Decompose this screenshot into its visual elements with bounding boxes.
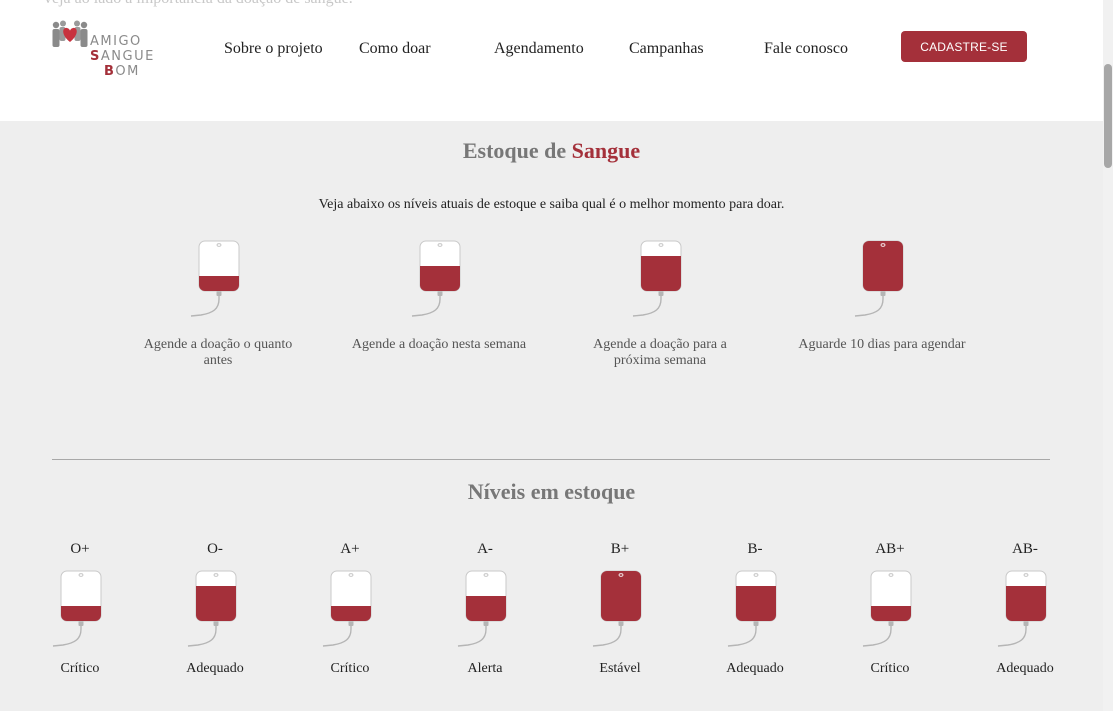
blood-type-stock: AB- Adequado (970, 541, 1080, 677)
section-divider (52, 459, 1050, 460)
stock-status: Adequado (186, 661, 244, 676)
stock-title-part2: Sangue (571, 138, 641, 163)
blood-type-label: AB- (1012, 541, 1038, 557)
blood-type-stock: B- Adequado (700, 541, 810, 677)
blood-bag-icon (187, 570, 237, 647)
blood-bag-icon (862, 570, 912, 647)
blood-type-stock: B+ Estável (565, 541, 675, 677)
level-label: Agende a doação para a próxima semana (593, 337, 727, 368)
blood-type-label: A- (477, 541, 493, 557)
stock-subtitle: Veja abaixo os níveis atuais de estoque … (318, 197, 785, 212)
levels-title: Níveis em estoque (467, 479, 636, 504)
blood-bag-icon (592, 570, 642, 647)
blood-type-stock: AB+ Crítico (835, 541, 945, 677)
nav-fale-conosco[interactable]: Fale conosco (764, 40, 848, 58)
blood-type-stock: A- Alerta (430, 541, 540, 677)
stock-status: Alerta (467, 661, 503, 676)
blood-type-label: B- (747, 541, 763, 557)
blood-bag-icon (190, 240, 240, 317)
stock-title: Estoque de Sangue (0, 138, 1103, 164)
level-legend-item: Aguarde 10 dias para agendar (792, 239, 972, 353)
site-header: veja ao lado a importância da doação de … (0, 0, 1113, 121)
blood-bag-icon (997, 570, 1047, 647)
level-label: Agende a doação nesta semana (351, 337, 527, 352)
stock-title-part1: Estoque de (462, 138, 567, 163)
stock-status: Crítico (330, 661, 370, 676)
blood-bag-icon (632, 240, 682, 317)
blood-bag-icon (411, 240, 461, 317)
logo[interactable]: AMIGO SANGUE BOM (50, 18, 160, 84)
level-label: Agende a doação o quanto antes (143, 337, 293, 368)
stock-status: Adequado (726, 661, 784, 676)
blood-type-label: AB+ (875, 541, 905, 557)
blood-type-stock: O- Adequado (160, 541, 270, 677)
stock-status: Estável (599, 661, 641, 676)
scrollbar-thumb[interactable] (1104, 64, 1112, 168)
nav-agendamento[interactable]: Agendamento (494, 40, 584, 58)
blood-type-label: O- (207, 541, 223, 557)
blood-type-label: O+ (70, 541, 90, 557)
people-heart-icon (52, 20, 88, 47)
nav-como-doar[interactable]: Como doar (359, 40, 431, 58)
stock-status: Crítico (60, 661, 100, 676)
blood-type-label: B+ (610, 541, 630, 557)
blood-type-stock: A+ Crítico (295, 541, 405, 677)
blood-type-stock: O+ Crítico (25, 541, 135, 677)
logo-line-1: AMIGO (90, 34, 142, 49)
stock-status: Crítico (870, 661, 910, 676)
blood-bag-icon (52, 570, 102, 647)
blood-bag-icon (727, 570, 777, 647)
nav-sobre[interactable]: Sobre o projeto (224, 40, 323, 58)
logo-line-2: SANGUE (90, 49, 155, 64)
level-legend-item: Agende a doação para a próxima semana (570, 239, 750, 369)
level-label: Aguarde 10 dias para agendar (798, 337, 966, 352)
logo-text: AMIGO SANGUE BOM (90, 34, 155, 79)
scrollbar[interactable] (1103, 0, 1113, 711)
blood-type-label: A+ (340, 541, 360, 557)
register-button[interactable]: CADASTRE-SE (901, 31, 1027, 62)
nav-campanhas[interactable]: Campanhas (629, 40, 704, 58)
level-legend-item: Agende a doação o quanto antes (128, 239, 308, 369)
blood-bag-icon (457, 570, 507, 647)
stock-status: Adequado (996, 661, 1054, 676)
blood-bag-icon (322, 570, 372, 647)
logo-line-3: BOM (104, 64, 140, 79)
ghost-text: veja ao lado a importância da doação de … (44, 0, 353, 8)
blood-bag-icon (854, 240, 904, 317)
level-legend-item: Agende a doação nesta semana (349, 239, 529, 353)
